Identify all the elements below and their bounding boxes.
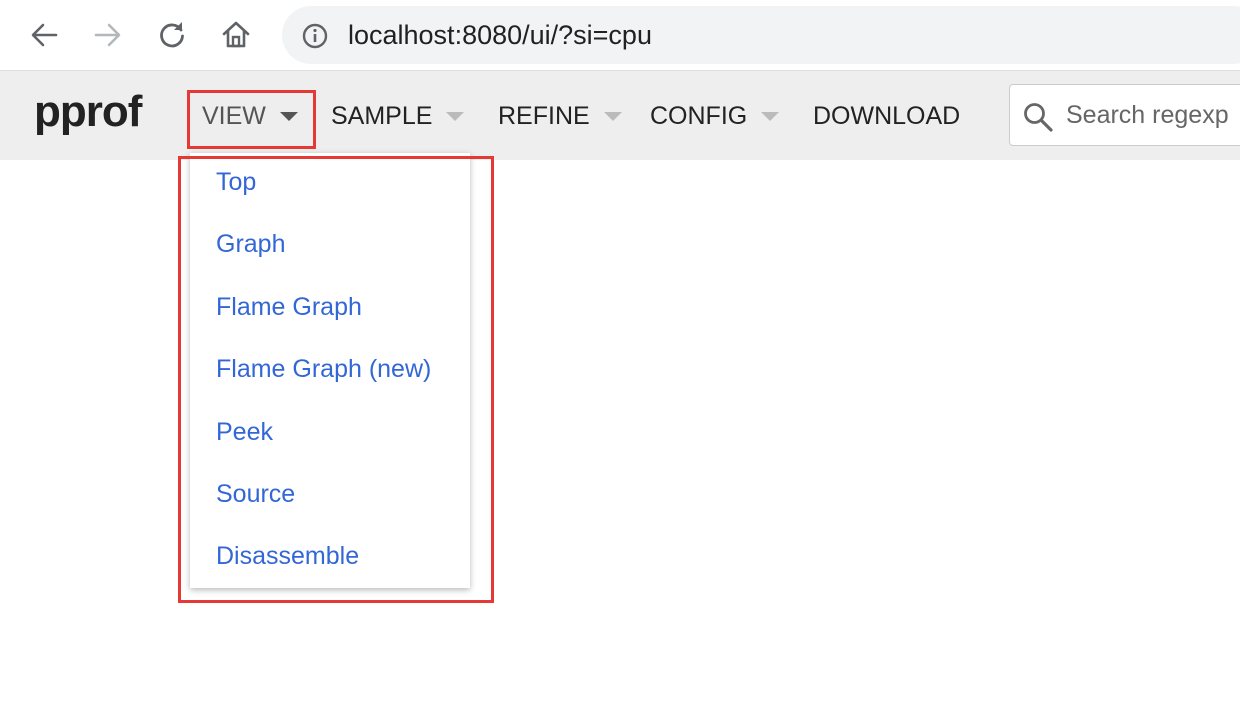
- caret-down-icon: [446, 111, 465, 121]
- menu-download-label: DOWNLOAD: [813, 101, 961, 130]
- dropdown-item-peek[interactable]: Peek: [216, 418, 273, 452]
- caret-down-icon: [279, 111, 298, 121]
- arrow-left-icon: [31, 23, 58, 47]
- dropdown-item-source[interactable]: Source: [216, 480, 295, 514]
- address-url[interactable]: localhost:8080/ui/?si=cpu: [348, 20, 652, 51]
- caret-down-icon: [761, 111, 780, 121]
- reload-button[interactable]: [154, 17, 190, 53]
- browser-toolbar: localhost:8080/ui/?si=cpu: [0, 0, 1240, 71]
- menu-sample-label: SAMPLE: [331, 101, 433, 130]
- dropdown-item-flame-graph[interactable]: Flame Graph: [216, 293, 362, 327]
- menu-view[interactable]: VIEW: [202, 98, 298, 134]
- arrow-right-icon: [94, 23, 121, 47]
- app-header: pprof VIEW SAMPLE REFINE CONFIG DOWNLOAD: [0, 71, 1240, 160]
- home-button[interactable]: [218, 17, 254, 53]
- app-logo[interactable]: pprof: [34, 87, 142, 137]
- view-dropdown-menu: Top Graph Flame Graph Flame Graph (new) …: [190, 153, 470, 588]
- menu-refine[interactable]: REFINE: [498, 98, 622, 134]
- menu-download[interactable]: DOWNLOAD: [813, 98, 960, 134]
- dropdown-item-graph[interactable]: Graph: [216, 230, 285, 264]
- search-input[interactable]: [1066, 97, 1240, 133]
- caret-down-icon: [603, 111, 622, 121]
- home-icon: [222, 21, 250, 48]
- dropdown-item-flame-graph-new[interactable]: Flame Graph (new): [216, 355, 431, 389]
- menu-config-label: CONFIG: [650, 101, 748, 130]
- search-icon: [1024, 103, 1053, 132]
- search-box[interactable]: [1009, 84, 1240, 146]
- reload-icon: [160, 22, 184, 48]
- back-button[interactable]: [26, 17, 62, 53]
- address-bar[interactable]: localhost:8080/ui/?si=cpu: [282, 6, 1240, 64]
- menu-config[interactable]: CONFIG: [650, 98, 780, 134]
- forward-button[interactable]: [90, 17, 126, 53]
- dropdown-item-disassemble[interactable]: Disassemble: [216, 542, 359, 576]
- menu-view-label: VIEW: [202, 101, 266, 130]
- menu-sample[interactable]: SAMPLE: [331, 98, 465, 134]
- dropdown-item-top[interactable]: Top: [216, 168, 256, 202]
- info-icon[interactable]: [302, 23, 328, 49]
- menu-refine-label: REFINE: [498, 101, 590, 130]
